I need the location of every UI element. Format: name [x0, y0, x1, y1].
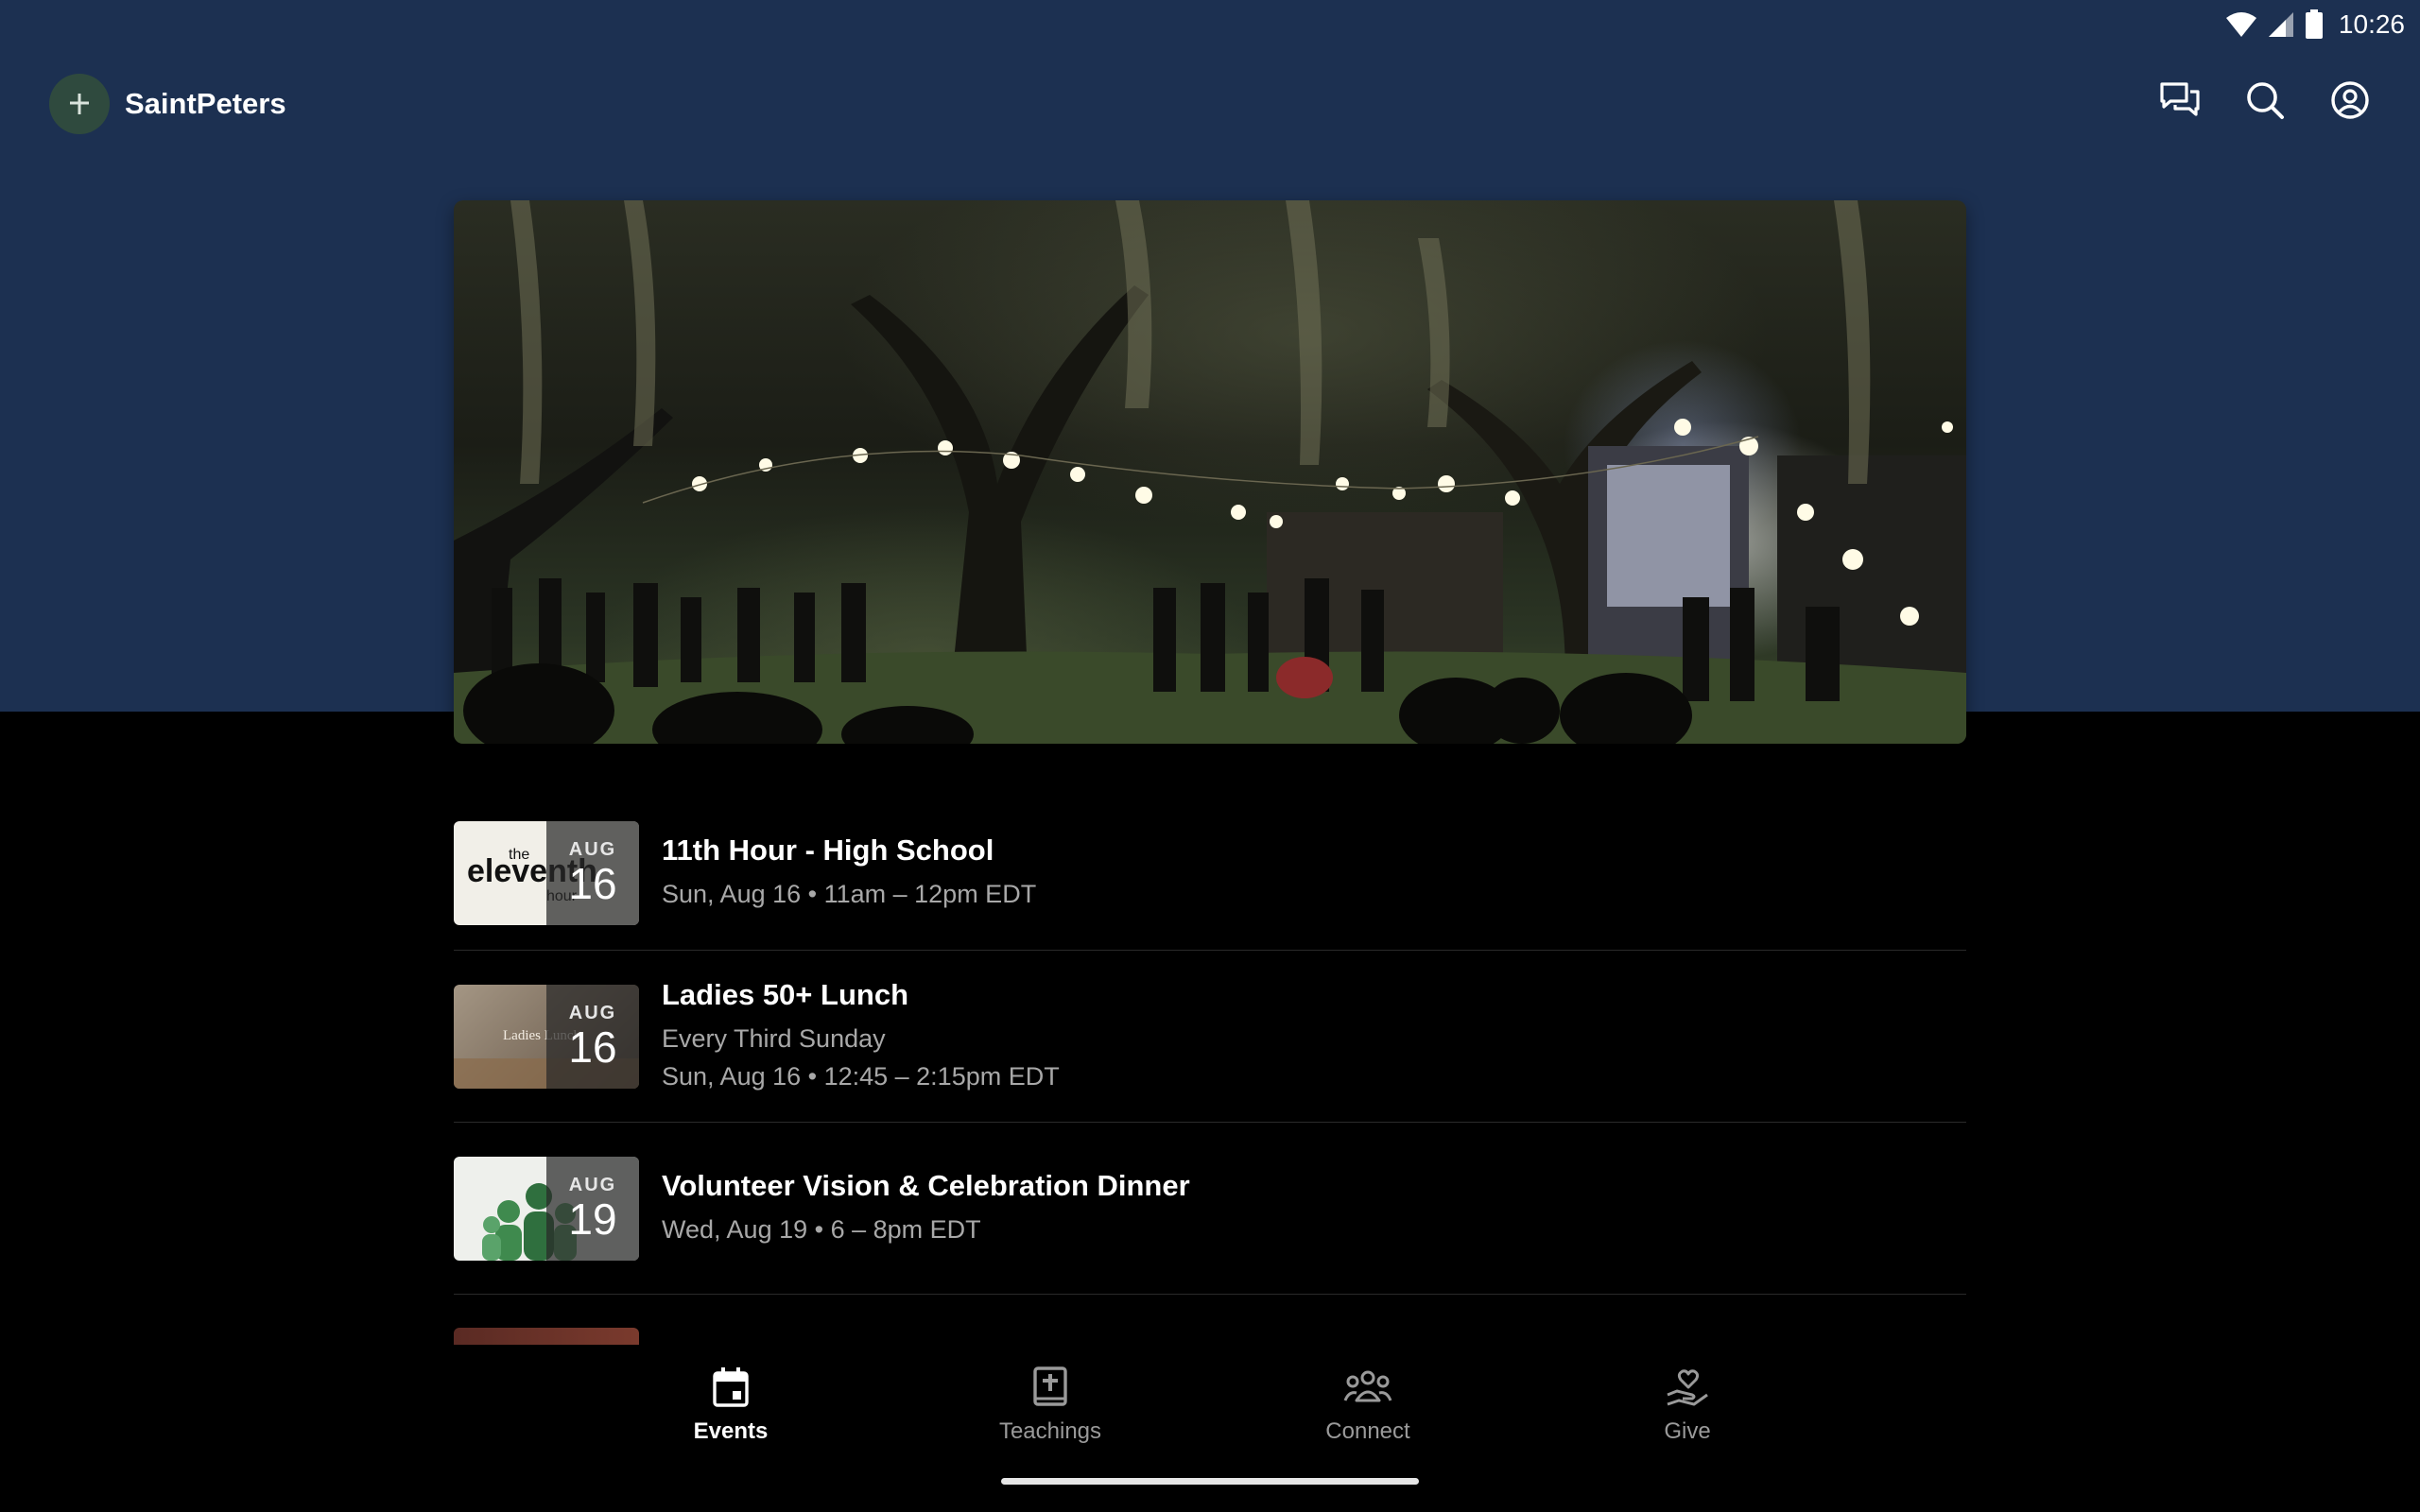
battery-icon [2305, 9, 2323, 39]
chat-icon [2160, 82, 2200, 116]
tab-give[interactable]: Give [1593, 1362, 1782, 1445]
event-thumbnail-partial[interactable] [454, 1328, 639, 1345]
group-icon [1343, 1370, 1392, 1402]
signal-icon [2268, 12, 2293, 37]
event-thumbnail: Ladies Lunch AUG 16 [454, 984, 639, 1089]
brand[interactable]: SaintPeters [49, 74, 286, 134]
event-title: Volunteer Vision & Celebration Dinner [662, 1168, 1190, 1202]
event-thumbnail: AUG 19 [454, 1156, 639, 1261]
event-list: the eleventh hour AUG 16 11th Hour - Hig… [454, 796, 1966, 1295]
tab-teachings-label: Teachings [998, 1418, 1102, 1444]
event-item[interactable]: AUG 19 Volunteer Vision & Celebration Di… [454, 1123, 1966, 1295]
hero-image[interactable] [454, 200, 1966, 744]
tab-connect-label: Connect [1325, 1418, 1410, 1444]
search-icon [2247, 82, 2284, 119]
event-when: Sun, Aug 16 • 11am – 12pm EDT [662, 879, 1037, 908]
tab-events[interactable]: Events [636, 1362, 825, 1445]
event-item[interactable]: the eleventh hour AUG 16 11th Hour - Hig… [454, 796, 1966, 951]
app-bar: SaintPeters [0, 74, 2420, 138]
event-item[interactable]: Ladies Lunch AUG 16 Ladies 50+ Lunch Eve… [454, 951, 1966, 1123]
status-time: 10:26 [2338, 9, 2405, 39]
event-recurrence: Every Third Sunday [662, 1023, 886, 1053]
date-badge: AUG 19 [546, 1156, 639, 1261]
bible-icon [1033, 1366, 1067, 1406]
date-month: AUG [568, 1003, 617, 1023]
calendar-icon [713, 1367, 749, 1407]
event-thumbnail: the eleventh hour AUG 16 [454, 820, 639, 925]
chat-button[interactable] [2159, 79, 2201, 121]
brand-name: SaintPeters [125, 87, 286, 120]
search-button[interactable] [2244, 79, 2286, 121]
account-icon [2331, 81, 2369, 119]
tab-give-label: Give [1664, 1418, 1711, 1444]
date-month: AUG [568, 839, 617, 860]
home-indicator[interactable] [1001, 1478, 1419, 1485]
date-day: 16 [568, 859, 617, 908]
event-title: 11th Hour - High School [662, 833, 994, 867]
tab-connect[interactable]: Connect [1273, 1362, 1462, 1445]
date-badge: AUG 16 [546, 984, 639, 1089]
account-button[interactable] [2329, 79, 2371, 121]
church-logo-icon [49, 74, 110, 134]
date-day: 19 [568, 1194, 617, 1244]
event-when: Wed, Aug 19 • 6 – 8pm EDT [662, 1214, 981, 1244]
event-title: Ladies 50+ Lunch [662, 977, 909, 1011]
date-day: 16 [568, 1022, 617, 1072]
event-when: Sun, Aug 16 • 12:45 – 2:15pm EDT [662, 1061, 1060, 1091]
status-bar: 10:26 [2225, 6, 2405, 43]
date-month: AUG [568, 1175, 617, 1195]
date-badge: AUG 16 [546, 820, 639, 925]
give-icon [1667, 1369, 1708, 1406]
bottom-nav: Events Teachings Connect Give [0, 1345, 2420, 1512]
tab-events-label: Events [693, 1418, 769, 1444]
wifi-icon [2225, 12, 2256, 37]
tab-teachings[interactable]: Teachings [956, 1362, 1145, 1445]
